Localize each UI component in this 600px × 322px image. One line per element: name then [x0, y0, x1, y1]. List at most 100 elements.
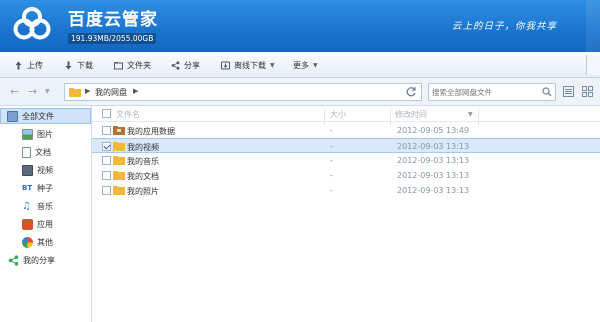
path-separator-icon: ▶ — [85, 87, 91, 95]
window-edge — [586, 0, 600, 52]
toolbar: 上传 下载 文件夹 分享 离线下载 ▼ 更多 ▼ — [0, 52, 600, 78]
folder-icon — [113, 156, 125, 165]
refresh-icon[interactable] — [405, 86, 417, 98]
path-separator-icon[interactable]: ▶ — [133, 87, 138, 95]
forward-arrow-icon[interactable]: → — [28, 85, 37, 98]
upload-icon — [15, 61, 22, 69]
table-row[interactable]: 我的文档 - 2012-09-03 13:13 — [92, 168, 600, 183]
column-size-header[interactable]: 大小 — [330, 109, 346, 120]
folder-icon — [113, 186, 125, 195]
list-view-icon[interactable] — [563, 86, 574, 97]
column-name-header[interactable]: 文件名 — [116, 109, 140, 120]
file-modified: 2012-09-03 13:13 — [397, 186, 470, 195]
sidebar: 全部文件 图片 文档 视频 BT 种子 ♫ 音乐 应用 其他 我的分享 — [0, 106, 92, 322]
more-button[interactable]: 更多 ▼ — [293, 52, 318, 78]
table-row[interactable]: 我的应用数据 - 2012-09-05 13:49 — [92, 123, 600, 138]
sort-dropdown-icon[interactable]: ▼ — [468, 111, 473, 118]
chevron-down-icon: ▼ — [270, 61, 275, 69]
sidebar-item-other[interactable]: 其他 — [0, 234, 91, 250]
cloud-download-icon — [221, 61, 230, 69]
address-bar: ← → ▼ ▶ 我的网盘 ▶ — [0, 78, 600, 106]
row-checkbox[interactable] — [102, 126, 111, 135]
download-button[interactable]: 下载 — [64, 52, 93, 78]
offline-download-button[interactable]: 离线下载 ▼ — [221, 52, 275, 78]
search-icon[interactable] — [542, 87, 552, 97]
file-name[interactable]: 我的应用数据 — [127, 126, 175, 137]
file-size: - — [330, 171, 333, 180]
file-name[interactable]: 我的音乐 — [127, 156, 159, 167]
sidebar-item-torrents[interactable]: BT 种子 — [0, 180, 91, 196]
path-segment[interactable]: 我的网盘 — [95, 87, 127, 98]
folder-icon — [114, 61, 123, 69]
document-icon — [22, 146, 31, 158]
share-label: 分享 — [184, 60, 200, 70]
sidebar-item-label: 应用 — [37, 219, 53, 229]
sidebar-item-music[interactable]: ♫ 音乐 — [0, 198, 91, 214]
app-title: 百度云管家 — [68, 10, 158, 30]
history-dropdown-icon[interactable]: ▼ — [45, 88, 50, 95]
sidebar-item-label: 图片 — [37, 129, 53, 139]
row-checkbox[interactable] — [102, 142, 111, 151]
sidebar-item-pictures[interactable]: 图片 — [0, 126, 91, 142]
folder-icon — [113, 171, 125, 180]
sidebar-item-videos[interactable]: 视频 — [0, 162, 91, 178]
storage-quota: 191.93MB/2055.00GB — [68, 33, 157, 44]
share-icon — [171, 60, 180, 70]
upload-button[interactable]: 上传 — [14, 52, 43, 78]
slogan: 云上的日子，你我共享 — [452, 21, 558, 32]
file-modified: 2012-09-03 13:13 — [397, 171, 470, 180]
file-name[interactable]: 我的照片 — [127, 186, 159, 197]
sidebar-item-all-files[interactable]: 全部文件 — [0, 108, 91, 124]
search-box — [428, 83, 556, 101]
share-icon — [8, 254, 19, 266]
app-folder-icon — [113, 126, 125, 135]
sidebar-item-label: 文档 — [35, 147, 51, 157]
app-icon — [22, 218, 33, 230]
column-modified-header[interactable]: 修改时间 — [395, 109, 427, 120]
file-size: - — [330, 142, 333, 151]
toolbar-overflow[interactable] — [586, 55, 600, 75]
table-row[interactable]: 我的照片 - 2012-09-03 13:13 — [92, 183, 600, 198]
file-name[interactable]: 我的视频 — [127, 142, 159, 153]
grid-view-icon[interactable] — [582, 86, 593, 97]
sidebar-item-label: 音乐 — [37, 201, 53, 211]
file-modified: 2012-09-05 13:49 — [397, 126, 470, 135]
file-name[interactable]: 我的文档 — [127, 171, 159, 182]
row-checkbox[interactable] — [102, 156, 111, 165]
file-list: 文件名 大小 修改时间 ▼ 我的应用数据 - 2012-09-05 13:49 … — [92, 106, 600, 322]
breadcrumb[interactable]: ▶ 我的网盘 ▶ — [64, 83, 422, 101]
more-label: 更多 — [293, 60, 309, 70]
row-checkbox[interactable] — [102, 171, 111, 180]
music-icon: ♫ — [22, 200, 31, 212]
file-size: - — [330, 126, 333, 135]
table-row[interactable]: 我的视频 - 2012-09-03 13:13 — [92, 138, 600, 153]
video-icon — [22, 164, 33, 176]
back-arrow-icon[interactable]: ← — [10, 85, 19, 98]
sidebar-item-label: 其他 — [37, 237, 53, 247]
share-button[interactable]: 分享 — [171, 52, 200, 78]
sidebar-item-documents[interactable]: 文档 — [0, 144, 91, 160]
folder-icon — [113, 142, 125, 151]
picture-icon — [22, 128, 33, 140]
bt-icon: BT — [22, 184, 33, 192]
folder-icon — [69, 88, 81, 97]
file-size: - — [330, 186, 333, 195]
search-input[interactable] — [432, 86, 538, 98]
column-header: 文件名 大小 修改时间 ▼ — [92, 106, 600, 125]
title-bar: 百度云管家 191.93MB/2055.00GB 云上的日子，你我共享 — [0, 0, 600, 52]
sidebar-item-label: 视频 — [37, 165, 53, 175]
chevron-down-icon: ▼ — [313, 61, 318, 69]
new-folder-button[interactable]: 文件夹 — [114, 52, 151, 78]
baidu-cloud-logo — [13, 7, 51, 40]
file-modified: 2012-09-03 13:13 — [397, 156, 470, 165]
sidebar-item-label: 全部文件 — [22, 111, 54, 121]
all-files-icon — [7, 110, 18, 122]
sidebar-item-my-share[interactable]: 我的分享 — [0, 252, 91, 268]
file-size: - — [330, 156, 333, 165]
table-row[interactable]: 我的音乐 - 2012-09-03 13:13 — [92, 153, 600, 168]
select-all-checkbox[interactable] — [102, 109, 111, 118]
download-label: 下载 — [77, 60, 93, 70]
download-icon — [65, 61, 72, 69]
row-checkbox[interactable] — [102, 186, 111, 195]
sidebar-item-apps[interactable]: 应用 — [0, 216, 91, 232]
